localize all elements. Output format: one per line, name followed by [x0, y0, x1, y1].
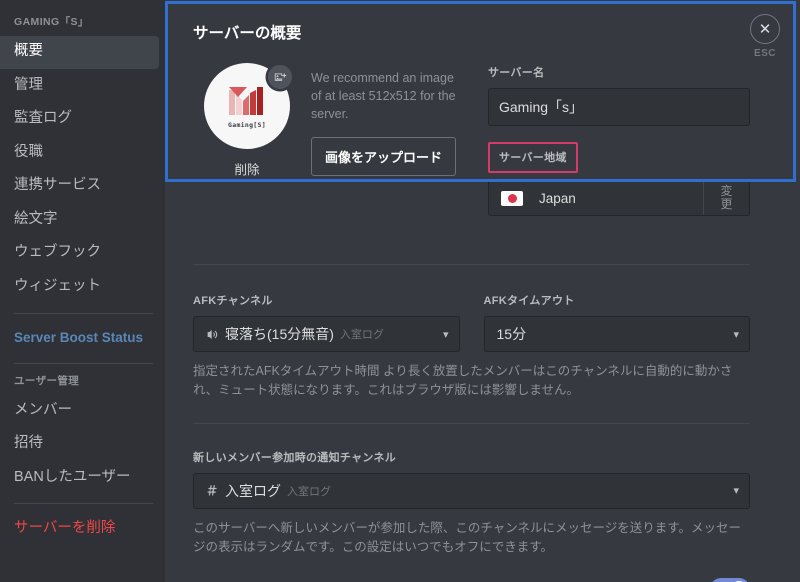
avatar-wrap[interactable]: Gaming[S]: [204, 63, 290, 149]
sidebar-item-label: 監査ログ: [14, 110, 72, 126]
sidebar-item-label: 連携サービス: [14, 177, 101, 193]
sidebar-item-label: Server Boost Status: [14, 330, 143, 345]
sidebar-item-label: 役職: [14, 144, 43, 160]
sidebar-item-delete-server[interactable]: サーバーを削除: [0, 513, 159, 546]
esc-label: ESC: [743, 48, 787, 59]
sidebar-item-integrations[interactable]: 連携サービス: [0, 170, 159, 203]
sidebar-item-label: 概要: [14, 43, 43, 59]
afk-channel-field: AFKチャンネル 寝落ち(15分無音) 入室ログ ▾: [193, 291, 460, 352]
chevron-down-icon: ▾: [733, 484, 739, 497]
server-region-row[interactable]: Japan 変 更: [488, 180, 750, 216]
hash-icon: [206, 484, 219, 497]
section-divider: [193, 264, 750, 265]
server-region-label-highlight: サーバー地域: [488, 142, 578, 173]
settings-sidebar: GAMING「S」 概要 管理 監査ログ 役職 連携サービス 絵文字 ウェブフッ…: [0, 0, 165, 582]
sidebar-item-label: 絵文字: [14, 211, 58, 227]
section-divider: [193, 423, 750, 424]
chevron-down-icon: ▾: [733, 328, 739, 341]
icon-recommendation-text: We recommend an image of at least 512x51…: [311, 69, 466, 123]
sidebar-item-label: ウェブフック: [14, 244, 101, 260]
server-region-label: サーバー地域: [499, 149, 567, 165]
welcome-channel-section: 新しいメンバー参加時の通知チャンネル 入室ログ 入室ログ ▾ このサーバーへ新し…: [193, 448, 750, 558]
text-channel-icon: [206, 484, 219, 497]
sidebar-item-label: サーバーを削除: [14, 520, 115, 536]
sidebar-divider: [14, 363, 153, 364]
speaker-icon: [206, 328, 219, 341]
server-region-value: Japan: [539, 191, 703, 206]
avatar-caption: Gaming[S]: [228, 121, 266, 129]
discord-server-settings-window: GAMING「S」 概要 管理 監査ログ 役職 連携サービス 絵文字 ウェブフッ…: [0, 0, 800, 582]
japan-flag-icon: [501, 191, 523, 206]
welcome-help-text: このサーバーへ新しいメンバーが参加した際、このチャンネルにメッセージを送ります。…: [193, 519, 750, 558]
change-region-button[interactable]: 変 更: [703, 181, 749, 215]
server-name-label: サーバー名: [488, 64, 544, 80]
upload-image-badge-icon[interactable]: [268, 65, 292, 89]
server-name-input[interactable]: [488, 88, 750, 126]
sidebar-item-widget[interactable]: ウィジェット: [0, 271, 159, 304]
sidebar-item-label: 管理: [14, 77, 43, 93]
voice-channel-icon: [206, 328, 219, 341]
image-plus-icon: [274, 71, 287, 84]
sidebar-item-members[interactable]: メンバー: [0, 395, 159, 428]
afk-timeout-value: 15分: [497, 324, 527, 344]
sidebar-item-audit-log[interactable]: 監査ログ: [0, 103, 159, 136]
afk-channel-value: 寝落ち(15分無音): [225, 324, 334, 344]
sidebar-divider: [14, 503, 153, 504]
sidebar-item-bans[interactable]: BANしたユーザー: [0, 462, 159, 495]
sidebar-item-emoji[interactable]: 絵文字: [0, 204, 159, 237]
afk-channel-subtext: 入室ログ: [340, 326, 384, 342]
sidebar-divider: [14, 313, 153, 314]
sidebar-item-webhooks[interactable]: ウェブフック: [0, 237, 159, 270]
sidebar-item-label: メンバー: [14, 402, 72, 418]
server-icon-column: Gaming[S] 削除: [193, 63, 301, 178]
sidebar-item-label: BANしたユーザー: [14, 469, 131, 485]
welcome-toggles: Send a random welcome message when someo…: [193, 572, 750, 582]
chevron-down-icon: ▾: [443, 328, 449, 341]
sidebar-item-invites[interactable]: 招待: [0, 428, 159, 461]
server-name-region-column: サーバー名 サーバー地域 Japan 変 更: [466, 63, 750, 216]
afk-timeout-select[interactable]: 15分 ▾: [484, 316, 751, 352]
sidebar-item-server-boost-status[interactable]: Server Boost Status: [0, 323, 159, 354]
welcome-channel-label: 新しいメンバー参加時の通知チャンネル: [193, 449, 396, 465]
afk-channel-select[interactable]: 寝落ち(15分無音) 入室ログ ▾: [193, 316, 460, 352]
server-overview-row: Gaming[S] 削除 We recommend an image of at: [193, 63, 750, 216]
afk-section: AFKチャンネル 寝落ち(15分無音) 入室ログ ▾ AFKタイムアウト: [193, 291, 750, 352]
icon-recommendation-column: We recommend an image of at least 512x51…: [301, 63, 466, 176]
sidebar-item-label: 招待: [14, 435, 43, 451]
server-logo-icon: [226, 84, 268, 118]
page-title: サーバーの概要: [193, 21, 750, 43]
close-settings-button[interactable]: ✕ ESC: [743, 14, 787, 59]
sidebar-item-overview[interactable]: 概要: [0, 36, 159, 69]
change-region-label-line2: 更: [720, 198, 732, 211]
welcome-channel-select[interactable]: 入室ログ 入室ログ ▾: [193, 473, 750, 509]
toggle-row-random-welcome: Send a random welcome message when someo…: [193, 572, 750, 582]
sidebar-item-roles[interactable]: 役職: [0, 137, 159, 170]
welcome-channel-subtext: 入室ログ: [287, 483, 331, 499]
sidebar-section-user-management: ユーザー管理: [0, 373, 165, 394]
remove-icon-link[interactable]: 削除: [193, 159, 301, 178]
afk-help-text: 指定されたAFKタイムアウト時間 より長く放置したメンバーはこのチャンネルに自動…: [193, 362, 750, 401]
sidebar-item-moderation[interactable]: 管理: [0, 70, 159, 103]
afk-timeout-label: AFKタイムアウト: [484, 292, 575, 308]
sidebar-item-label: ウィジェット: [14, 278, 101, 294]
welcome-channel-value: 入室ログ: [225, 481, 281, 501]
sidebar-server-name: GAMING「S」: [0, 14, 165, 35]
afk-channel-label: AFKチャンネル: [193, 292, 273, 308]
upload-image-button[interactable]: 画像をアップロード: [311, 137, 456, 176]
close-icon: ✕: [750, 14, 780, 44]
afk-timeout-field: AFKタイムアウト 15分 ▾: [484, 291, 751, 352]
toggle-random-welcome-switch[interactable]: [710, 578, 750, 582]
settings-content: サーバーの概要 Gaming[S]: [165, 0, 800, 582]
